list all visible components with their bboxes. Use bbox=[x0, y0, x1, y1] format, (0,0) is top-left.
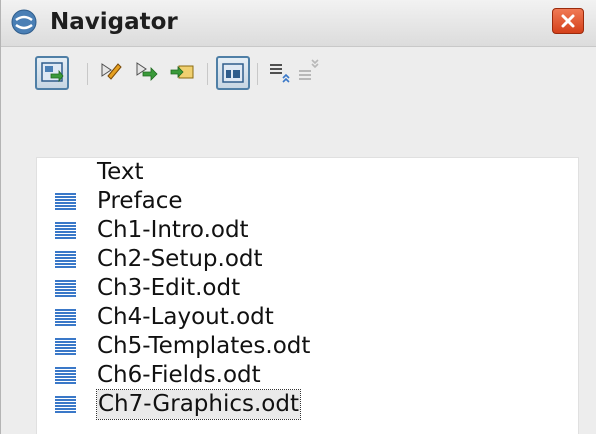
insert-button[interactable] bbox=[167, 56, 201, 90]
demote-level-button[interactable] bbox=[294, 56, 328, 90]
insert-icon bbox=[170, 65, 194, 79]
navigator-icon bbox=[11, 9, 37, 35]
list-item-label: Ch2-Setup.odt bbox=[97, 246, 263, 272]
close-icon bbox=[561, 14, 575, 28]
list-item-label: Ch7-Graphics.odt bbox=[96, 389, 301, 420]
document-icon bbox=[55, 193, 76, 210]
list-item-label: Ch6-Fields.odt bbox=[97, 362, 261, 388]
content-view-button[interactable] bbox=[216, 56, 250, 90]
list-item[interactable]: Text bbox=[37, 158, 577, 187]
list-item[interactable]: Preface bbox=[37, 187, 577, 216]
document-icon bbox=[55, 396, 76, 413]
promote-level-button[interactable] bbox=[264, 56, 298, 90]
content-tree[interactable]: Text Preface Ch1-Intro.odt Ch2-Setup.odt… bbox=[36, 157, 579, 434]
toolbar-separator bbox=[87, 63, 88, 85]
list-item[interactable]: Ch6-Fields.odt bbox=[37, 361, 577, 390]
document-icon bbox=[55, 251, 76, 268]
content-view-icon bbox=[222, 63, 244, 83]
window-title: Navigator bbox=[50, 9, 178, 35]
list-item-label: Preface bbox=[97, 188, 183, 214]
navigator-toolbar bbox=[1, 48, 596, 108]
document-icon bbox=[55, 280, 76, 297]
list-item-label: Ch1-Intro.odt bbox=[97, 217, 249, 243]
list-item-label: Text bbox=[97, 159, 144, 185]
list-item-label: Ch5-Templates.odt bbox=[97, 333, 311, 359]
list-item-label: Ch4-Layout.odt bbox=[97, 304, 274, 330]
promote-level-icon bbox=[270, 64, 290, 83]
list-item[interactable]: Ch2-Setup.odt bbox=[37, 245, 577, 274]
list-item-selected[interactable]: Ch7-Graphics.odt bbox=[37, 389, 577, 420]
toolbar-separator bbox=[257, 63, 258, 85]
toolbar-separator bbox=[207, 63, 208, 85]
close-button[interactable] bbox=[552, 8, 584, 34]
navigator-window: Navigator Text Preface Ch1-Intro.odt Ch2… bbox=[0, 0, 596, 434]
document-icon bbox=[55, 338, 76, 355]
document-icon bbox=[55, 222, 76, 239]
document-icon bbox=[55, 309, 76, 326]
edit-icon bbox=[101, 63, 122, 80]
toggle-button[interactable] bbox=[35, 56, 69, 90]
list-item[interactable]: Ch4-Layout.odt bbox=[37, 303, 577, 332]
open-button[interactable] bbox=[131, 56, 165, 90]
edit-button[interactable] bbox=[96, 56, 130, 90]
list-item-label: Ch3-Edit.odt bbox=[97, 275, 241, 301]
title-bar[interactable]: Navigator bbox=[1, 0, 596, 47]
list-item[interactable]: Ch3-Edit.odt bbox=[37, 274, 577, 303]
toggle-icon bbox=[41, 62, 64, 83]
document-icon bbox=[55, 367, 76, 384]
demote-level-icon bbox=[299, 59, 319, 80]
open-icon bbox=[136, 62, 158, 81]
list-item[interactable]: Ch5-Templates.odt bbox=[37, 332, 577, 361]
list-item[interactable]: Ch1-Intro.odt bbox=[37, 216, 577, 245]
